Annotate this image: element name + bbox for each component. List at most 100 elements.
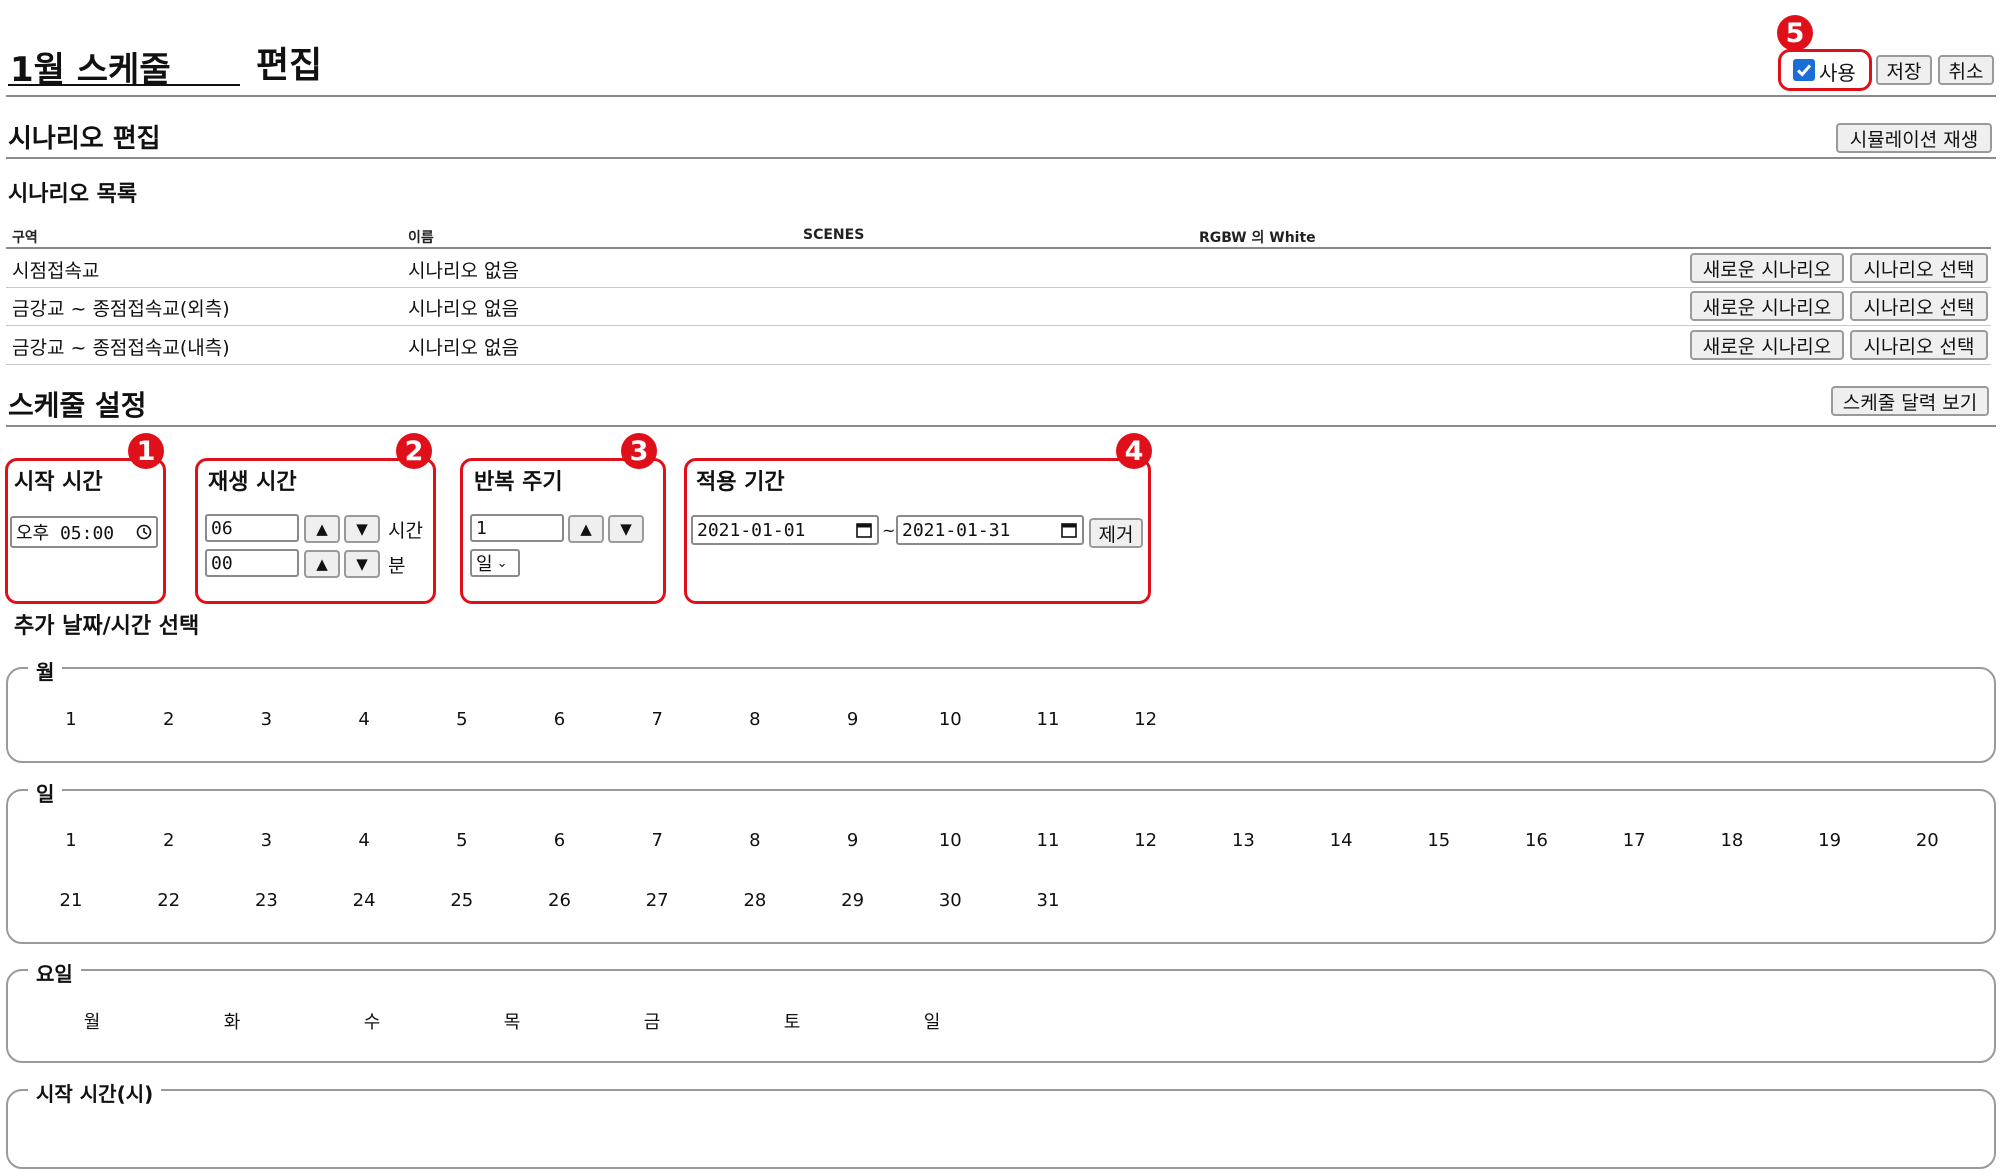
repeat-value-input[interactable]: 1 [470,514,564,542]
day-option[interactable]: 1 [41,830,101,851]
day-option[interactable]: 13 [1213,830,1273,851]
save-button[interactable]: 저장 [1876,55,1932,85]
month-option[interactable]: 3 [236,709,296,730]
minutes-down-button[interactable]: ▼ [344,550,380,578]
month-option[interactable]: 10 [920,709,980,730]
period-end-input[interactable]: 2021-01-31 [896,515,1084,545]
month-option[interactable]: 9 [823,709,883,730]
schedule-calendar-button[interactable]: 스케줄 달력 보기 [1831,386,1989,416]
day-option[interactable]: 12 [1116,830,1176,851]
day-option[interactable]: 26 [530,890,590,911]
simulation-play-button[interactable]: 시뮬레이션 재생 [1836,123,1992,153]
annotation-badge-1: 1 [128,433,164,469]
day-option[interactable]: 4 [334,830,394,851]
day-option[interactable]: 6 [530,830,590,851]
month-option[interactable]: 12 [1116,709,1176,730]
day-option[interactable]: 3 [236,830,296,851]
scenario-name-cell: 시나리오 없음 [408,337,519,359]
weekday-option[interactable]: 일 [902,1008,962,1034]
repeat-unit-select[interactable]: 일 ⌄ [470,549,520,577]
days-fieldset [6,789,1996,944]
weekdays-fieldset [6,969,1996,1063]
day-option[interactable]: 10 [920,830,980,851]
row-divider [6,287,1991,288]
hours-down-button[interactable]: ▼ [344,515,380,543]
use-checkbox[interactable] [1793,59,1815,81]
month-option[interactable]: 8 [725,709,785,730]
day-option[interactable]: 19 [1800,830,1860,851]
select-scenario-button[interactable]: 시나리오 선택 [1850,291,1988,321]
period-end-value: 2021-01-31 [902,519,1011,541]
schedule-name-text: 1월 스케줄 [10,50,171,90]
new-scenario-button[interactable]: 새로운 시나리오 [1690,253,1844,283]
start-time-input[interactable]: 오후 05:00 [10,516,158,548]
day-option[interactable]: 18 [1702,830,1762,851]
play-time-label: 재생 시간 [208,470,297,495]
weekday-option[interactable]: 토 [762,1008,822,1034]
month-option[interactable]: 5 [432,709,492,730]
weekday-option[interactable]: 화 [202,1008,262,1034]
day-option[interactable]: 24 [334,890,394,911]
schedule-settings-title: 스케줄 설정 [8,389,147,422]
weekday-option[interactable]: 월 [62,1008,122,1034]
clock-icon [136,524,152,540]
annotation-badge-2: 2 [396,433,432,469]
repeat-unit-value: 일 [476,554,493,575]
schedule-name-field[interactable]: 1월 스케줄 [8,40,240,90]
day-option[interactable]: 27 [627,890,687,911]
day-option[interactable]: 31 [1018,890,1078,911]
minutes-up-button[interactable]: ▲ [304,550,340,578]
month-option[interactable]: 11 [1018,709,1078,730]
start-time-value: 오후 05:00 [16,523,115,544]
day-option[interactable]: 28 [725,890,785,911]
month-option[interactable]: 2 [139,709,199,730]
hours-unit-label: 시간 [388,520,423,542]
day-option[interactable]: 20 [1897,830,1957,851]
day-option[interactable]: 14 [1311,830,1371,851]
repeat-down-button[interactable]: ▼ [608,515,644,543]
day-option[interactable]: 9 [823,830,883,851]
weekday-option[interactable]: 금 [622,1008,682,1034]
cancel-button[interactable]: 취소 [1938,55,1994,85]
select-scenario-button[interactable]: 시나리오 선택 [1850,330,1988,360]
day-option[interactable]: 17 [1604,830,1664,851]
header-divider [6,95,1996,97]
new-scenario-button[interactable]: 새로운 시나리오 [1690,291,1844,321]
day-option[interactable]: 25 [432,890,492,911]
play-minutes-input[interactable]: 00 [205,549,299,577]
hours-up-button[interactable]: ▲ [304,515,340,543]
play-hours-input[interactable]: 06 [205,514,299,542]
period-start-value: 2021-01-01 [697,519,806,541]
day-option[interactable]: 2 [139,830,199,851]
checkmark-icon [1796,64,1812,77]
remove-period-button[interactable]: 제거 [1089,518,1143,548]
day-option[interactable]: 16 [1507,830,1567,851]
day-option[interactable]: 8 [725,830,785,851]
weekday-option[interactable]: 목 [482,1008,542,1034]
new-scenario-button[interactable]: 새로운 시나리오 [1690,330,1844,360]
row-divider [6,364,1991,365]
day-option[interactable]: 11 [1018,830,1078,851]
select-scenario-button[interactable]: 시나리오 선택 [1850,253,1988,283]
day-option[interactable]: 30 [920,890,980,911]
month-option[interactable]: 4 [334,709,394,730]
annotation-badge-3: 3 [621,433,657,469]
day-option[interactable]: 15 [1409,830,1469,851]
day-option[interactable]: 5 [432,830,492,851]
weekday-option[interactable]: 수 [342,1008,402,1034]
repeat-up-button[interactable]: ▲ [568,515,604,543]
day-option[interactable]: 7 [627,830,687,851]
month-option[interactable]: 6 [530,709,590,730]
start-hour-legend: 시작 시간(시) [28,1078,162,1107]
day-option[interactable]: 22 [139,890,199,911]
period-separator: ~ [882,521,896,540]
day-option[interactable]: 23 [236,890,296,911]
period-start-input[interactable]: 2021-01-01 [691,515,879,545]
day-option[interactable]: 21 [41,890,101,911]
repeat-label: 반복 주기 [474,470,563,495]
month-option[interactable]: 1 [41,709,101,730]
chevron-down-icon: ⌄ [496,555,508,571]
month-option[interactable]: 7 [627,709,687,730]
calendar-icon [1061,523,1077,538]
day-option[interactable]: 29 [823,890,883,911]
